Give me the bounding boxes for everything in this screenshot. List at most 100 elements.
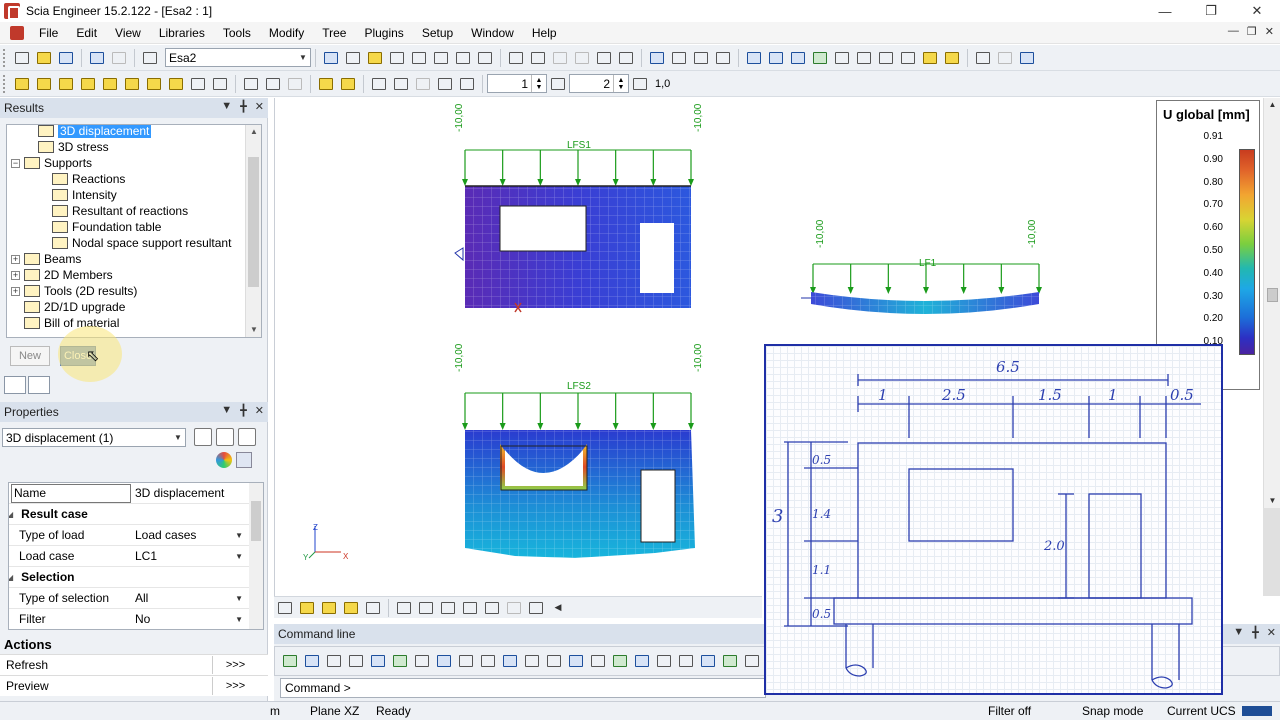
- tree-item[interactable]: Resultant of reactions: [7, 203, 261, 219]
- spin-input-2[interactable]: 2 ▲ ▼: [569, 74, 629, 93]
- color-palette-icon[interactable]: [216, 452, 232, 468]
- calc-button-2[interactable]: [391, 74, 411, 94]
- render-button-2[interactable]: [995, 48, 1015, 68]
- zoom-all-icon[interactable]: [876, 48, 896, 68]
- pin-icon[interactable]: ╋: [1252, 626, 1259, 639]
- view-tool-1[interactable]: [275, 599, 295, 617]
- property-value[interactable]: LC1 ▼: [131, 546, 263, 567]
- labels-button-3[interactable]: [56, 74, 76, 94]
- new-button[interactable]: New: [10, 346, 50, 366]
- action-refresh[interactable]: Refresh >>>: [0, 654, 268, 675]
- select-filter-icon[interactable]: [194, 428, 212, 446]
- view-tool-10[interactable]: [482, 599, 502, 617]
- bulb-icon[interactable]: [942, 48, 962, 68]
- minimize-button[interactable]: —: [1142, 0, 1188, 22]
- project-combo[interactable]: Esa2 ▼: [165, 48, 311, 67]
- expand-icon[interactable]: +: [11, 254, 20, 264]
- pin-icon[interactable]: ╋: [240, 100, 247, 113]
- chevron-down-icon[interactable]: ▼: [235, 552, 243, 561]
- print-button[interactable]: [506, 48, 526, 68]
- view-options-button[interactable]: [1017, 48, 1037, 68]
- level-button[interactable]: [548, 74, 568, 94]
- menu-plugins[interactable]: Plugins: [355, 26, 412, 40]
- light-button[interactable]: [920, 48, 940, 68]
- tree-item[interactable]: + Beams: [7, 251, 261, 267]
- tool-button-3[interactable]: [431, 48, 451, 68]
- view-tool-7[interactable]: [416, 599, 436, 617]
- document-button[interactable]: [572, 48, 592, 68]
- labels-button-7[interactable]: [144, 74, 164, 94]
- labels-button-5[interactable]: [100, 74, 120, 94]
- command-tool-19[interactable]: [676, 651, 696, 671]
- property-value[interactable]: No ▼: [131, 609, 263, 630]
- command-tool-22[interactable]: [742, 651, 762, 671]
- view-button-1[interactable]: [744, 48, 764, 68]
- settings-icon[interactable]: [236, 452, 252, 468]
- labels-button-4[interactable]: [78, 74, 98, 94]
- pin-icon[interactable]: ╋: [240, 404, 247, 417]
- chevron-down-icon[interactable]: ▼: [235, 594, 243, 603]
- tree-scrollbar[interactable]: ▲ ▼: [245, 125, 261, 337]
- view-button-2[interactable]: [766, 48, 786, 68]
- menu-modify[interactable]: Modify: [260, 26, 313, 40]
- command-tool-11[interactable]: [500, 651, 520, 671]
- tree-item[interactable]: + Tools (2D results): [7, 283, 261, 299]
- menu-tools[interactable]: Tools: [214, 26, 260, 40]
- tree-item[interactable]: 3D stress: [7, 139, 261, 155]
- structure-button[interactable]: [321, 48, 341, 68]
- command-tool-20[interactable]: [698, 651, 718, 671]
- scroll-thumb[interactable]: [248, 157, 259, 287]
- zoom-out-icon[interactable]: [854, 48, 874, 68]
- save-button[interactable]: [56, 48, 76, 68]
- calc-button-4[interactable]: [435, 74, 455, 94]
- select-button[interactable]: [647, 48, 667, 68]
- chevron-left-icon[interactable]: ◀: [548, 599, 568, 617]
- spinner-arrows-icon[interactable]: ▲ ▼: [613, 75, 628, 92]
- undo-button[interactable]: [87, 48, 107, 68]
- expand-icon[interactable]: +: [11, 286, 20, 296]
- panel-menu-icon[interactable]: ▼: [221, 404, 232, 417]
- menu-edit[interactable]: Edit: [67, 26, 106, 40]
- filter-button[interactable]: [713, 48, 733, 68]
- tree-item[interactable]: Intensity: [7, 187, 261, 203]
- mdi-restore-button[interactable]: ❐: [1247, 25, 1257, 38]
- zoom-select-button[interactable]: [669, 48, 689, 68]
- view-tool-2[interactable]: [297, 599, 317, 617]
- menu-setup[interactable]: Setup: [413, 26, 462, 40]
- section-button[interactable]: [630, 74, 650, 94]
- view-scrollbar[interactable]: ▲ ▼: [1263, 98, 1280, 508]
- labels-button-8[interactable]: [166, 74, 186, 94]
- menu-libraries[interactable]: Libraries: [150, 26, 214, 40]
- project-data-button[interactable]: [140, 48, 160, 68]
- view-button-4[interactable]: [810, 48, 830, 68]
- command-tool-18[interactable]: [654, 651, 674, 671]
- command-tool-5[interactable]: [368, 651, 388, 671]
- open-file-button[interactable]: [34, 48, 54, 68]
- view-tool-3[interactable]: [319, 599, 339, 617]
- spinner-arrows-icon[interactable]: ▲ ▼: [531, 75, 546, 92]
- view-tool-11[interactable]: [504, 599, 524, 617]
- menu-help[interactable]: Help: [523, 26, 566, 40]
- collapse-icon[interactable]: −: [11, 158, 20, 168]
- status-plane[interactable]: Plane XZ: [310, 704, 359, 718]
- tool-button-4[interactable]: [453, 48, 473, 68]
- menu-view[interactable]: View: [106, 26, 150, 40]
- restore-button[interactable]: ❐: [1188, 0, 1234, 22]
- property-group[interactable]: ◢ Result case: [9, 504, 263, 525]
- property-group[interactable]: ◢ Selection: [9, 567, 263, 588]
- mdi-minimize-button[interactable]: —: [1228, 25, 1239, 38]
- mdi-close-button[interactable]: ✕: [1265, 25, 1274, 38]
- menu-tree[interactable]: Tree: [313, 26, 355, 40]
- scroll-up-icon[interactable]: ▲: [246, 125, 261, 139]
- scroll-up-icon[interactable]: ▲: [1264, 98, 1280, 112]
- property-value[interactable]: 3D displacement: [131, 483, 263, 504]
- property-value[interactable]: In nodes avg.: [131, 630, 263, 631]
- property-value[interactable]: All ▼: [131, 588, 263, 609]
- calc-button-1[interactable]: [369, 74, 389, 94]
- grid-button[interactable]: [188, 74, 208, 94]
- expand-icon[interactable]: +: [11, 270, 20, 280]
- command-tool-10[interactable]: [478, 651, 498, 671]
- zoom-in-icon[interactable]: [832, 48, 852, 68]
- close-icon[interactable]: ✕: [255, 404, 264, 417]
- arrow-button[interactable]: [210, 74, 230, 94]
